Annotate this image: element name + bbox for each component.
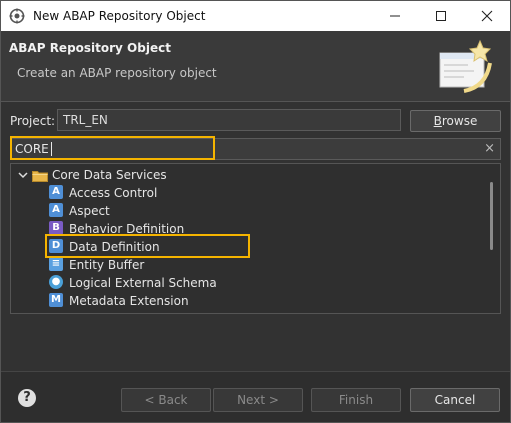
metadata-extension-icon: M xyxy=(49,293,63,307)
access-control-icon: A xyxy=(49,185,63,199)
aspect-icon: A xyxy=(49,203,63,217)
browse-mnemonic: B xyxy=(433,114,442,128)
tree-item-aspect[interactable]: A Aspect xyxy=(49,202,449,220)
project-label: Project: xyxy=(10,114,56,128)
wizard-header: ABAP Repository Object Create an ABAP re… xyxy=(1,31,510,101)
maximize-button[interactable] xyxy=(418,1,464,31)
tree-item-label: Entity Buffer xyxy=(69,258,145,272)
minimize-icon xyxy=(390,15,400,17)
tree-item-data-definition[interactable]: D Data Definition xyxy=(49,238,449,256)
tree-item-label: Metadata Extension xyxy=(69,294,189,308)
cancel-button[interactable]: Cancel xyxy=(410,388,500,412)
clear-filter-icon[interactable]: × xyxy=(484,142,495,156)
behavior-definition-icon: B xyxy=(49,221,63,235)
entity-buffer-icon: ≡ xyxy=(49,257,63,271)
filter-input[interactable]: CORE × xyxy=(10,138,501,160)
tree-item-label: Data Definition xyxy=(69,240,160,254)
object-type-tree[interactable]: Core Data Services A Access Control A As… xyxy=(10,163,501,314)
folder-label: Core Data Services xyxy=(52,168,167,182)
tree-item-label: Aspect xyxy=(69,204,110,218)
tree-item-metadata-extension[interactable]: M Metadata Extension xyxy=(49,292,449,310)
dialog-window: New ABAP Repository Object ABAP Reposito… xyxy=(0,0,511,423)
maximize-icon xyxy=(436,11,446,21)
title-bar: New ABAP Repository Object xyxy=(1,1,510,31)
tree-item-logical-external-schema[interactable]: ● Logical External Schema xyxy=(49,274,449,292)
back-button[interactable]: < Back xyxy=(121,388,211,412)
window-title: New ABAP Repository Object xyxy=(33,9,206,23)
minimize-button[interactable] xyxy=(372,1,418,31)
header-divider xyxy=(1,101,510,102)
project-value: TRL_EN xyxy=(63,113,108,127)
tree-scrollbar[interactable] xyxy=(490,182,493,250)
data-definition-icon: D xyxy=(49,239,63,253)
tree-item-label: Logical External Schema xyxy=(69,276,217,290)
close-button[interactable] xyxy=(464,1,510,31)
tree-folder-core-data-services[interactable]: Core Data Services xyxy=(11,166,481,184)
folder-icon xyxy=(32,171,48,182)
close-icon xyxy=(481,10,493,22)
logical-external-schema-icon: ● xyxy=(49,275,63,289)
wizard-title: ABAP Repository Object xyxy=(9,41,171,55)
help-icon[interactable]: ? xyxy=(18,389,36,407)
browse-label-rest: rowse xyxy=(441,114,478,128)
browse-button[interactable]: Browse xyxy=(410,110,501,132)
tree-item-label: Behavior Definition xyxy=(69,222,185,236)
finish-button[interactable]: Finish xyxy=(311,388,401,412)
filter-value: CORE xyxy=(15,142,49,156)
wizard-subtitle: Create an ABAP repository object xyxy=(17,66,217,80)
project-field[interactable]: TRL_EN xyxy=(57,109,401,131)
tree-item-label: Access Control xyxy=(69,186,158,200)
tree-item-behavior-definition[interactable]: B Behavior Definition xyxy=(49,220,449,238)
eclipse-app-icon xyxy=(9,8,25,24)
text-caret xyxy=(51,142,52,156)
next-button[interactable]: Next > xyxy=(213,388,303,412)
tree-item-entity-buffer[interactable]: ≡ Entity Buffer xyxy=(49,256,449,274)
tree-item-access-control[interactable]: A Access Control xyxy=(49,184,449,202)
chevron-down-icon[interactable] xyxy=(18,170,28,180)
button-bar: ? < Back Next > Finish Cancel xyxy=(1,372,510,422)
new-object-wizard-icon xyxy=(439,39,492,93)
